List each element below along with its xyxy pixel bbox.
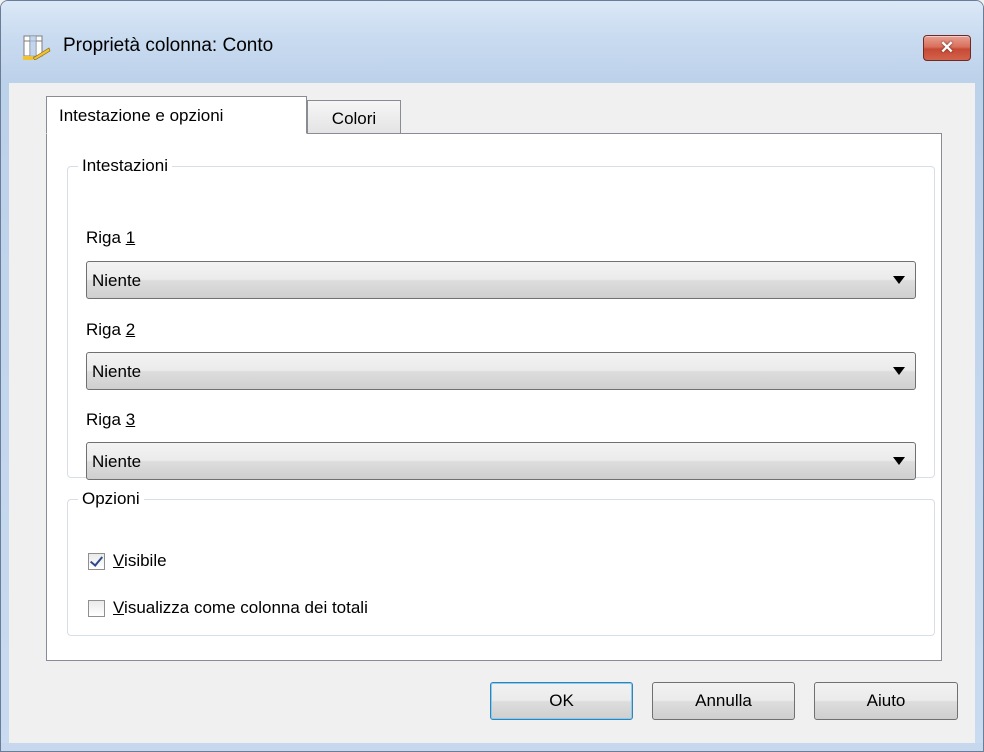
row1-select[interactable]: Niente [86,261,916,299]
dialog-window: Proprietà colonna: Conto ✕ Intestazione … [0,0,984,752]
tab-colors-label: Colori [331,109,377,128]
tab-panel: Intestazioni Riga 1 Niente Riga 2 Niente… [46,133,942,661]
window-frame-left [1,83,9,751]
tab-heading-options-label: Intestazione e opzioni [59,106,224,125]
headers-group-legend: Intestazioni [82,156,168,175]
options-group: Opzioni Visibile Visualizza come colonna… [67,489,935,636]
row1-label: Riga 1 [86,228,136,247]
totals-column-checkbox-row[interactable]: Visualizza come colonna dei totali [88,598,368,618]
close-icon: ✕ [939,38,955,57]
tab-colors[interactable]: Colori [307,100,401,134]
row3-select[interactable]: Niente [86,442,916,480]
options-group-legend: Opzioni [82,489,140,508]
help-button[interactable]: Aiuto [814,682,958,720]
row3-select-value: Niente [92,452,142,471]
dropdown-arrow-icon [893,367,905,375]
visible-checkbox-label: Visibile [113,551,167,570]
dropdown-arrow-icon [893,276,905,284]
totals-column-checkbox[interactable] [88,599,105,617]
row2-select-value: Niente [92,362,142,381]
cancel-button[interactable]: Annulla [652,682,795,720]
row1-select-value: Niente [92,271,142,290]
visible-checkbox-row[interactable]: Visibile [88,551,167,571]
ok-button[interactable]: OK [490,682,633,720]
row3-label: Riga 3 [86,410,136,429]
window-frame-bottom [1,743,983,751]
tab-heading-options[interactable]: Intestazione e opzioni [46,96,307,134]
close-button[interactable]: ✕ [923,35,971,61]
window-title: Proprietà colonna: Conto [63,35,274,56]
row2-label: Riga 2 [86,320,136,339]
headers-group: Intestazioni Riga 1 Niente Riga 2 Niente… [67,156,935,480]
visible-checkbox[interactable] [88,552,105,570]
window-frame-right [975,83,983,751]
dropdown-arrow-icon [893,457,905,465]
row2-select[interactable]: Niente [86,352,916,390]
column-properties-icon [23,35,51,60]
totals-column-checkbox-label: Visualizza come colonna dei totali [113,598,368,617]
